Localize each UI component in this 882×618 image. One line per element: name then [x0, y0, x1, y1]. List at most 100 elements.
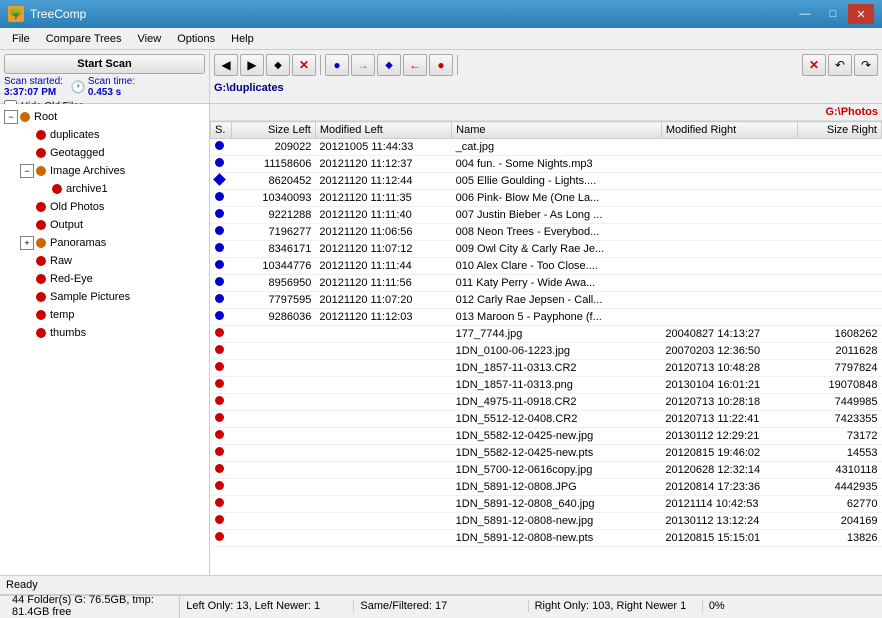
size-right — [798, 139, 882, 156]
table-row[interactable]: 719627720121120 11:06:56008 Neon Trees -… — [211, 224, 882, 241]
table-row[interactable]: 1DN_5700-12-0616copy.jpg20120628 12:32:1… — [211, 462, 882, 479]
table-row[interactable]: 1DN_4975-11-0918.CR220120713 10:28:18744… — [211, 394, 882, 411]
toolbar-btn-x[interactable]: ✕ — [292, 54, 316, 76]
blue-dot-icon — [215, 277, 224, 286]
scan-started-label: Scan started: 3:37:07 PM — [4, 76, 63, 98]
table-row[interactable]: 1DN_5582-12-0425-new.pts20120815 19:46:0… — [211, 445, 882, 462]
right-panel: G:\Photos S. Size Left Modified Left Nam… — [210, 104, 882, 575]
size-left: 10340093 — [231, 190, 315, 207]
file-table-wrapper[interactable]: S. Size Left Modified Left Name Modified… — [210, 121, 882, 575]
modified-right — [661, 139, 797, 156]
blue-diamond-icon — [213, 173, 226, 186]
row-indicator — [211, 428, 232, 445]
tree-dot-icon — [36, 202, 46, 212]
tree-expand-icon[interactable]: + — [20, 236, 34, 250]
tree-item[interactable]: Output — [4, 216, 205, 234]
header-mod-right: Modified Right — [661, 122, 797, 139]
tree-item[interactable]: −Image Archives — [4, 162, 205, 180]
file-name: 012 Carly Rae Jepsen - Call... — [452, 292, 662, 309]
table-row[interactable]: 1DN_5512-12-0408.CR220120713 11:22:41742… — [211, 411, 882, 428]
minimize-button[interactable]: — — [792, 4, 818, 24]
toolbar-btn-right-dot[interactable]: ● — [429, 54, 453, 76]
tree-item[interactable]: Old Photos — [4, 198, 205, 216]
table-row[interactable]: 1DN_5891-12-0808-new.pts20120815 15:15:0… — [211, 530, 882, 547]
size-left — [231, 462, 315, 479]
tree-item[interactable]: thumbs — [4, 324, 205, 342]
tree-item[interactable]: +Panoramas — [4, 234, 205, 252]
tree-item[interactable]: Raw — [4, 252, 205, 270]
row-indicator — [211, 530, 232, 547]
app-title: TreeComp — [30, 7, 86, 21]
modified-left — [315, 360, 451, 377]
modified-right — [661, 173, 797, 190]
red-dot-icon — [215, 447, 224, 456]
toolbar-btn-back[interactable]: ◀ — [214, 54, 238, 76]
tree-item[interactable]: Geotagged — [4, 144, 205, 162]
table-row[interactable]: 1034009320121120 11:11:35006 Pink- Blow … — [211, 190, 882, 207]
row-indicator — [211, 309, 232, 326]
size-left — [231, 377, 315, 394]
modified-left: 20121120 11:11:35 — [315, 190, 451, 207]
toolbar-btn-diamond[interactable]: ◆ — [266, 54, 290, 76]
table-row[interactable]: 1DN_5891-12-0808_640.jpg20121114 10:42:5… — [211, 496, 882, 513]
row-indicator — [211, 241, 232, 258]
modified-left — [315, 513, 451, 530]
table-row[interactable]: 1DN_1857-11-0313.CR220120713 10:48:28779… — [211, 360, 882, 377]
toolbar-btn-forward[interactable]: ▶ — [240, 54, 264, 76]
table-row[interactable]: 1DN_5891-12-0808.JPG20120814 17:23:36444… — [211, 479, 882, 496]
modified-right — [661, 309, 797, 326]
row-indicator — [211, 394, 232, 411]
tree-item[interactable]: Sample Pictures — [4, 288, 205, 306]
table-row[interactable]: 779759520121120 11:07:20012 Carly Rae Je… — [211, 292, 882, 309]
toolbar-btn-center-diamond[interactable]: ◆ — [377, 54, 401, 76]
modified-left: 20121120 11:11:40 — [315, 207, 451, 224]
menu-file[interactable]: File — [4, 31, 38, 47]
row-indicator — [211, 445, 232, 462]
toolbar-btn-undo[interactable]: ↶ — [828, 54, 852, 76]
row-indicator — [211, 190, 232, 207]
table-row[interactable]: 862045220121120 11:12:44005 Ellie Gouldi… — [211, 173, 882, 190]
table-row[interactable]: 1DN_1857-11-0313.png20130104 16:01:21190… — [211, 377, 882, 394]
tree-item[interactable]: Red-Eye — [4, 270, 205, 288]
menu-help[interactable]: Help — [223, 31, 262, 47]
table-row[interactable]: 1DN_5582-12-0425-new.jpg20130112 12:29:2… — [211, 428, 882, 445]
menu-view[interactable]: View — [130, 31, 170, 47]
menu-compare-trees[interactable]: Compare Trees — [38, 31, 130, 47]
table-row[interactable]: 20902220121005 11:44:33_cat.jpg — [211, 139, 882, 156]
table-row[interactable]: 928603620121120 11:12:03013 Maroon 5 - P… — [211, 309, 882, 326]
size-right — [798, 309, 882, 326]
table-row[interactable]: 922128820121120 11:11:40007 Justin Biebe… — [211, 207, 882, 224]
file-name: 004 fun. - Some Nights.mp3 — [452, 156, 662, 173]
table-row[interactable]: 895695020121120 11:11:56011 Katy Perry -… — [211, 275, 882, 292]
size-left — [231, 496, 315, 513]
toolbar-btn-left-dot[interactable]: ● — [325, 54, 349, 76]
red-dot-icon — [215, 481, 224, 490]
toolbar-button-row: ◀ ▶ ◆ ✕ ● → ◆ ← ● ✕ ↶ ↷ — [214, 54, 878, 76]
menu-options[interactable]: Options — [169, 31, 223, 47]
table-row[interactable]: 834617120121120 11:07:12009 Owl City & C… — [211, 241, 882, 258]
modified-right — [661, 292, 797, 309]
table-row[interactable]: 1115860620121120 11:12:37004 fun. - Some… — [211, 156, 882, 173]
table-row[interactable]: 1DN_0100-06-1223.jpg20070203 12:36:50201… — [211, 343, 882, 360]
maximize-button[interactable]: □ — [820, 4, 846, 24]
tree-item[interactable]: −Root — [4, 108, 205, 126]
tree-item[interactable]: duplicates — [4, 126, 205, 144]
tree-expand-icon[interactable]: − — [20, 164, 34, 178]
table-row[interactable]: 1DN_5891-12-0808-new.jpg20130112 13:12:2… — [211, 513, 882, 530]
table-row[interactable]: 177_7744.jpg20040827 14:13:271608262 — [211, 326, 882, 343]
toolbar-btn-x2[interactable]: ✕ — [802, 54, 826, 76]
toolbar-btn-arrow-left[interactable]: ← — [403, 54, 427, 76]
toolbar-btn-arrow-right[interactable]: → — [351, 54, 375, 76]
close-button[interactable]: ✕ — [848, 4, 874, 24]
row-indicator — [211, 513, 232, 530]
tree-item[interactable]: temp — [4, 306, 205, 324]
toolbar-btn-redo[interactable]: ↷ — [854, 54, 878, 76]
table-row[interactable]: 1034477620121120 11:11:44010 Alex Clare … — [211, 258, 882, 275]
start-scan-button[interactable]: Start Scan — [4, 54, 205, 74]
row-indicator — [211, 258, 232, 275]
tree-expand-icon[interactable]: − — [4, 110, 18, 124]
window-controls: — □ ✕ — [792, 4, 874, 24]
size-right — [798, 190, 882, 207]
modified-right — [661, 258, 797, 275]
tree-item[interactable]: archive1 — [4, 180, 205, 198]
